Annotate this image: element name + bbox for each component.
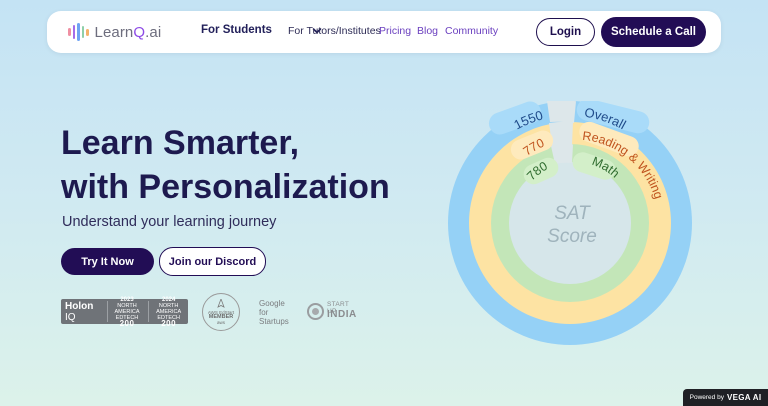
hero-title-line1: Learn Smarter, <box>61 124 300 162</box>
powered-by-badge[interactable]: Powered by VEGA AI <box>683 389 768 406</box>
learnq-logo[interactable]: LearnQ.ai <box>68 22 161 42</box>
google-for-startups-logo: Google for Startups <box>259 299 289 326</box>
schedule-call-button[interactable]: Schedule a Call <box>601 17 706 47</box>
hero-subtitle: Understand your learning journey <box>62 214 277 230</box>
nav-for-tutors[interactable]: For Tutors/Institutes <box>288 25 381 37</box>
startup-india-logo: START UP INDIA <box>307 301 357 324</box>
try-it-now-button[interactable]: Try It Now <box>61 248 154 275</box>
hero-title: Learn Smarter, with Personalization <box>61 121 441 209</box>
aws-edstart-badge: AWS EdStart MEMBER aws <box>202 293 240 331</box>
logo-text: LearnQ.ai <box>94 23 162 41</box>
partner-logos: Holon IQ 2023 NORTH AMERICA EDTECH 200 2… <box>61 293 361 333</box>
nav-for-students[interactable]: For Students <box>201 24 272 36</box>
startup-india-emblem-icon <box>307 303 324 320</box>
nav-pricing[interactable]: Pricing <box>379 25 411 37</box>
sat-score-ring: Overall 1550 Reading & Writing 770 Math … <box>448 101 692 345</box>
sat-center-line2: Score <box>547 226 597 247</box>
holon-iq-logo: Holon IQ <box>65 300 94 323</box>
sat-center-line1: SAT <box>554 203 591 224</box>
holon-badge-2024: 2024 NORTH AMERICA EDTECH 200 <box>148 297 188 327</box>
holon-iq-badge: Holon IQ 2023 NORTH AMERICA EDTECH 200 2… <box>61 297 188 327</box>
logo-bars-icon <box>68 22 89 42</box>
join-discord-button[interactable]: Join our Discord <box>159 247 266 276</box>
rocket-icon <box>217 299 225 308</box>
nav-blog[interactable]: Blog <box>417 25 438 37</box>
holon-badge-2023: 2023 NORTH AMERICA EDTECH 200 <box>106 297 147 327</box>
login-button[interactable]: Login <box>536 18 595 46</box>
hero-title-line2: with Personalization <box>61 168 390 206</box>
overall-gap <box>547 101 576 123</box>
nav-community[interactable]: Community <box>445 25 498 37</box>
top-navbar: LearnQ.ai For Students For Tutors/Instit… <box>47 11 721 53</box>
